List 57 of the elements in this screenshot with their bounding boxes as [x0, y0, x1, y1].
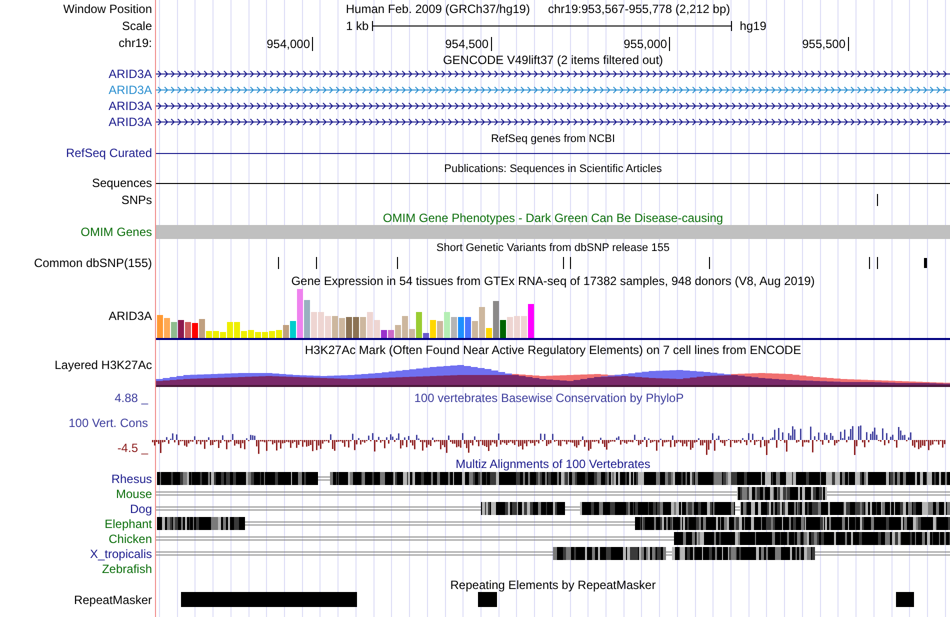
track-label[interactable]: X_tropicalis [90, 546, 152, 560]
track-label[interactable]: Common dbSNP(155) [34, 256, 152, 270]
variant-tick[interactable] [709, 257, 710, 269]
variant-tick[interactable] [563, 257, 564, 269]
variant-tick[interactable] [278, 257, 279, 269]
track-label[interactable]: ARID3A [108, 115, 152, 129]
track-label[interactable]: Elephant [104, 516, 152, 530]
track-label[interactable]: Layered H3K27Ac [54, 358, 152, 372]
variant-tick[interactable] [877, 257, 878, 269]
scale-assembly: hg19 [740, 18, 766, 32]
repeat-element[interactable] [896, 592, 914, 607]
variant-tick[interactable] [316, 257, 317, 269]
ruler-tick-label: 954,000 [266, 37, 313, 51]
track-label[interactable]: OMIM Genes [80, 225, 152, 239]
track-label[interactable]: Rhesus [111, 472, 152, 486]
track-label[interactable]: SNPs [121, 193, 152, 207]
track-label[interactable]: Chicken [108, 532, 152, 546]
track-title: OMIM Gene Phenotypes - Dark Green Can Be Disease-causing [382, 210, 724, 224]
chromosome-label: chr19: [118, 36, 152, 50]
variant-tick[interactable] [570, 257, 571, 269]
ruler-tick-label: 955,500 [802, 37, 848, 51]
variant-tick[interactable] [397, 257, 398, 269]
track-label[interactable]: ARID3A [108, 83, 152, 97]
track-title: Multiz Alignments of 100 Vertebrates [456, 457, 650, 471]
axis-max-label: 4.88 _ [114, 391, 148, 405]
track-title: Short Genetic Variants from dbSNP release 155 [436, 241, 670, 255]
track-label[interactable]: Sequences [92, 176, 152, 190]
omim-gene-bar[interactable] [156, 225, 950, 239]
track-label[interactable]: 100 Vert. Cons [0, 416, 148, 430]
track-title: 100 vertebrates Basewise Conservation by PhyloP [414, 391, 684, 405]
track-label[interactable]: ARID3A [108, 67, 152, 81]
repeat-element[interactable] [478, 592, 497, 607]
track-label[interactable]: ARID3A [108, 308, 152, 322]
track-title: GENCODE V49lift37 (2 items filtered out) [442, 52, 664, 66]
position-text: chr19:953,567-955,778 (2,212 bp) [548, 2, 730, 16]
variant-tick[interactable] [924, 258, 927, 268]
variant-tick[interactable] [869, 257, 870, 269]
ruler-tick-label: 955,000 [624, 37, 670, 51]
track-label[interactable]: Zebrafish [102, 562, 152, 576]
track-label[interactable]: RefSeq Curated [66, 146, 152, 160]
ruler-tick-label: 954,500 [445, 37, 492, 51]
repeat-element[interactable] [181, 592, 357, 607]
track-title: Publications: Sequences in Scientific Articles [444, 162, 662, 176]
track-label[interactable]: ARID3A [108, 99, 152, 113]
track-title: H3K27Ac Mark (Often Found Near Active Regulatory Elements) on 7 cell lines from ENCODE [304, 343, 802, 357]
variant-tick[interactable] [877, 194, 878, 206]
track-label[interactable]: RepeatMasker [74, 592, 152, 606]
track-title: RefSeq genes from NCBI [490, 132, 616, 146]
track-label[interactable]: Dog [130, 502, 152, 516]
row-label: Scale [122, 18, 152, 32]
scale-length: 1 kb [346, 18, 369, 32]
track-label[interactable]: Mouse [116, 486, 152, 500]
axis-min-label: -4.5 _ [116, 441, 148, 455]
assembly-title: Human Feb. 2009 (GRCh37/hg19) [346, 2, 530, 16]
track-title: Gene Expression in 54 tissues from GTEx RNA-seq of 17382 samples, 948 donors (V8, Aug 2019) [291, 274, 815, 288]
row-label: Window Position [63, 2, 152, 16]
track-title: Repeating Elements by RepeatMasker [450, 578, 656, 592]
